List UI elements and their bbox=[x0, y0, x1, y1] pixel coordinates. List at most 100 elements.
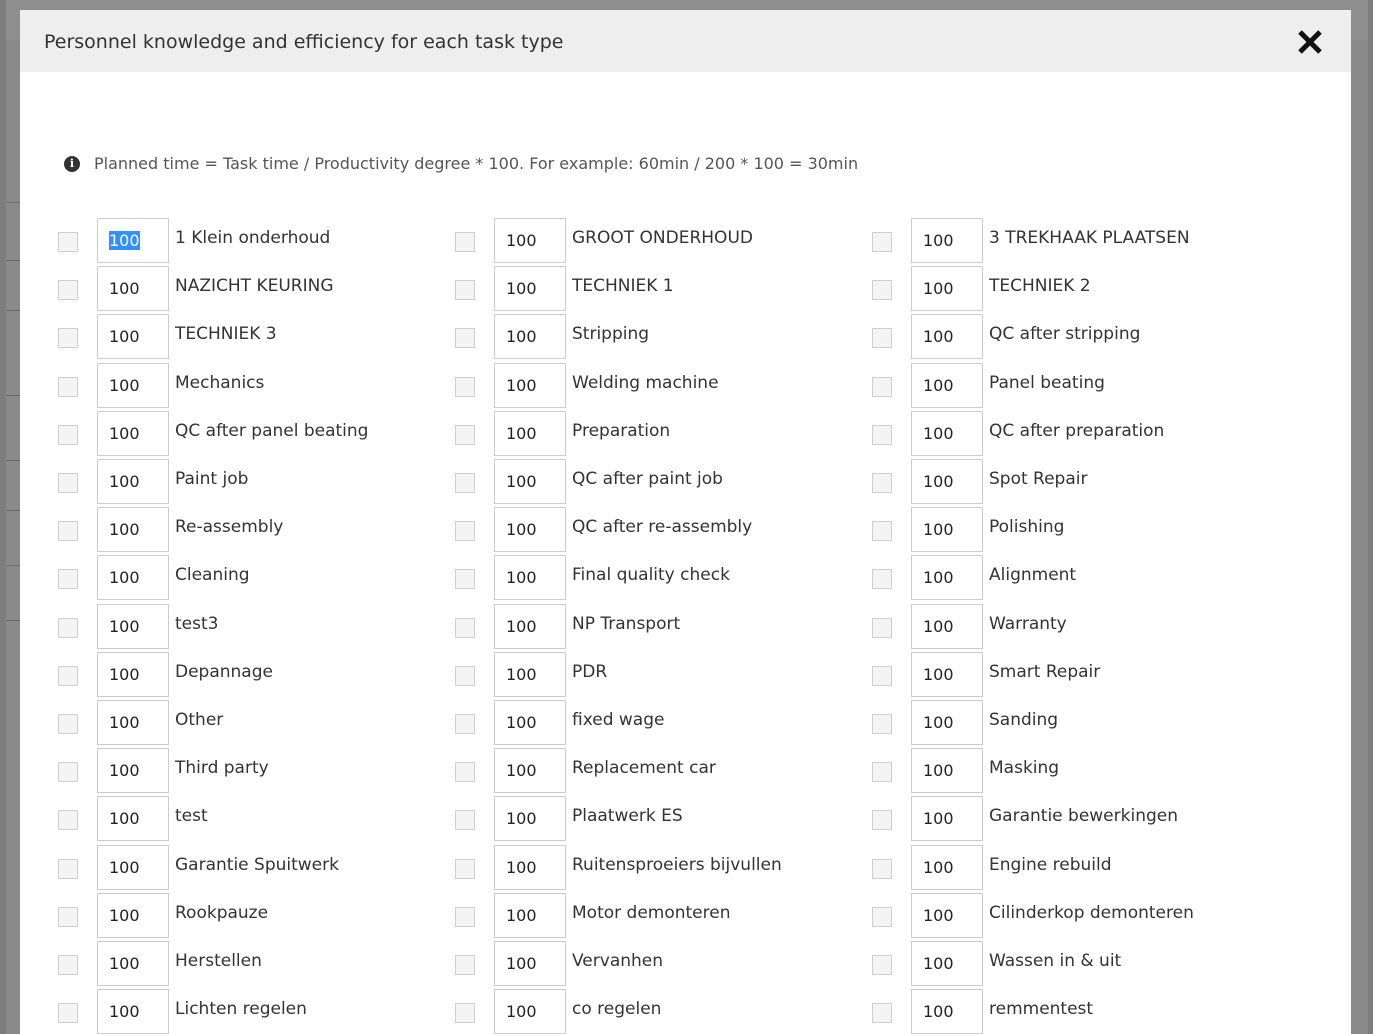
task-type-checkbox[interactable] bbox=[872, 955, 892, 975]
task-type-checkbox[interactable] bbox=[58, 473, 78, 493]
task-type-checkbox[interactable] bbox=[58, 906, 78, 927]
task-type-checkbox[interactable] bbox=[58, 955, 78, 975]
productivity-degree-input[interactable] bbox=[97, 989, 169, 1034]
task-type-checkbox[interactable] bbox=[872, 280, 892, 301]
task-type-checkbox[interactable] bbox=[872, 521, 892, 542]
task-type-checkbox[interactable] bbox=[58, 328, 78, 349]
task-type-checkbox[interactable] bbox=[872, 424, 892, 445]
productivity-degree-input[interactable] bbox=[911, 362, 983, 408]
task-type-checkbox[interactable] bbox=[455, 955, 475, 975]
productivity-degree-input[interactable] bbox=[911, 507, 983, 553]
productivity-degree-input[interactable] bbox=[97, 555, 169, 601]
productivity-degree-input[interactable] bbox=[911, 651, 983, 697]
task-type-checkbox[interactable] bbox=[58, 810, 78, 831]
task-type-checkbox[interactable] bbox=[58, 521, 78, 542]
task-type-checkbox[interactable] bbox=[872, 810, 892, 831]
task-type-checkbox[interactable] bbox=[872, 328, 892, 349]
task-type-checkbox[interactable] bbox=[872, 473, 892, 493]
productivity-degree-input[interactable] bbox=[97, 603, 169, 649]
task-type-checkbox[interactable] bbox=[872, 714, 892, 734]
productivity-degree-input[interactable] bbox=[97, 314, 169, 360]
task-type-checkbox[interactable] bbox=[872, 569, 892, 590]
productivity-degree-input[interactable] bbox=[97, 844, 169, 890]
task-type-checkbox[interactable] bbox=[455, 906, 475, 927]
productivity-degree-input[interactable] bbox=[911, 989, 983, 1034]
task-type-checkbox[interactable] bbox=[872, 617, 892, 638]
productivity-degree-input[interactable] bbox=[494, 651, 566, 697]
task-type-checkbox[interactable] bbox=[455, 1003, 475, 1024]
task-type-checkbox[interactable] bbox=[872, 376, 892, 397]
productivity-degree-input[interactable] bbox=[911, 314, 983, 360]
productivity-degree-input[interactable] bbox=[911, 844, 983, 890]
task-type-checkbox[interactable] bbox=[872, 1003, 892, 1024]
task-type-checkbox[interactable] bbox=[455, 232, 475, 252]
task-type-checkbox[interactable] bbox=[58, 665, 78, 686]
task-type-checkbox[interactable] bbox=[872, 858, 892, 879]
productivity-degree-input[interactable] bbox=[494, 459, 566, 504]
productivity-degree-input[interactable] bbox=[97, 218, 169, 263]
productivity-degree-input[interactable] bbox=[97, 507, 169, 553]
productivity-degree-input[interactable] bbox=[97, 266, 169, 312]
task-type-checkbox[interactable] bbox=[58, 569, 78, 590]
task-type-checkbox[interactable] bbox=[872, 762, 892, 783]
task-type-checkbox[interactable] bbox=[455, 473, 475, 493]
productivity-degree-input[interactable] bbox=[494, 507, 566, 553]
task-type-checkbox[interactable] bbox=[455, 665, 475, 686]
productivity-degree-input[interactable] bbox=[97, 796, 169, 842]
task-type-checkbox[interactable] bbox=[455, 810, 475, 831]
productivity-degree-input[interactable] bbox=[97, 362, 169, 408]
productivity-degree-input[interactable] bbox=[911, 796, 983, 842]
productivity-degree-input[interactable] bbox=[494, 989, 566, 1034]
productivity-degree-input[interactable] bbox=[911, 218, 983, 263]
task-type-checkbox[interactable] bbox=[455, 569, 475, 590]
task-type-checkbox[interactable] bbox=[455, 521, 475, 542]
productivity-degree-input[interactable] bbox=[494, 410, 566, 456]
task-type-checkbox[interactable] bbox=[455, 858, 475, 879]
task-type-checkbox[interactable] bbox=[58, 858, 78, 879]
task-type-checkbox[interactable] bbox=[58, 376, 78, 397]
task-type-checkbox[interactable] bbox=[58, 617, 78, 638]
productivity-degree-input[interactable] bbox=[494, 266, 566, 312]
task-type-checkbox[interactable] bbox=[455, 762, 475, 783]
productivity-degree-input[interactable] bbox=[494, 748, 566, 794]
task-type-checkbox[interactable] bbox=[58, 714, 78, 734]
task-type-checkbox[interactable] bbox=[455, 714, 475, 734]
productivity-degree-input[interactable] bbox=[97, 651, 169, 697]
productivity-degree-input[interactable] bbox=[97, 941, 169, 986]
productivity-degree-input[interactable] bbox=[911, 748, 983, 794]
close-icon[interactable] bbox=[1293, 25, 1327, 59]
task-type-checkbox[interactable] bbox=[872, 906, 892, 927]
productivity-degree-input[interactable] bbox=[97, 892, 169, 938]
productivity-degree-input[interactable] bbox=[494, 796, 566, 842]
productivity-degree-input[interactable] bbox=[97, 700, 169, 745]
productivity-degree-input[interactable] bbox=[494, 844, 566, 890]
productivity-degree-input[interactable] bbox=[494, 603, 566, 649]
productivity-degree-input[interactable] bbox=[97, 748, 169, 794]
productivity-degree-input[interactable] bbox=[911, 941, 983, 986]
productivity-degree-input[interactable] bbox=[911, 603, 983, 649]
productivity-degree-input[interactable] bbox=[494, 362, 566, 408]
task-type-checkbox[interactable] bbox=[455, 328, 475, 349]
task-type-checkbox[interactable] bbox=[872, 232, 892, 252]
productivity-degree-input[interactable] bbox=[494, 941, 566, 986]
task-type-checkbox[interactable] bbox=[58, 1003, 78, 1024]
task-type-checkbox[interactable] bbox=[455, 617, 475, 638]
task-type-checkbox[interactable] bbox=[58, 424, 78, 445]
productivity-degree-input[interactable] bbox=[494, 314, 566, 360]
task-type-checkbox[interactable] bbox=[58, 762, 78, 783]
productivity-degree-input[interactable] bbox=[911, 892, 983, 938]
productivity-degree-input[interactable] bbox=[97, 410, 169, 456]
productivity-degree-input[interactable] bbox=[911, 266, 983, 312]
productivity-degree-input[interactable] bbox=[911, 700, 983, 745]
productivity-degree-input[interactable] bbox=[911, 459, 983, 504]
task-type-checkbox[interactable] bbox=[455, 280, 475, 301]
productivity-degree-input[interactable] bbox=[911, 555, 983, 601]
task-type-checkbox[interactable] bbox=[58, 280, 78, 301]
productivity-degree-input[interactable] bbox=[494, 700, 566, 745]
productivity-degree-input[interactable] bbox=[911, 410, 983, 456]
productivity-degree-input[interactable] bbox=[494, 218, 566, 263]
productivity-degree-input[interactable] bbox=[494, 892, 566, 938]
task-type-checkbox[interactable] bbox=[455, 424, 475, 445]
productivity-degree-input[interactable] bbox=[494, 555, 566, 601]
productivity-degree-input[interactable] bbox=[97, 459, 169, 504]
